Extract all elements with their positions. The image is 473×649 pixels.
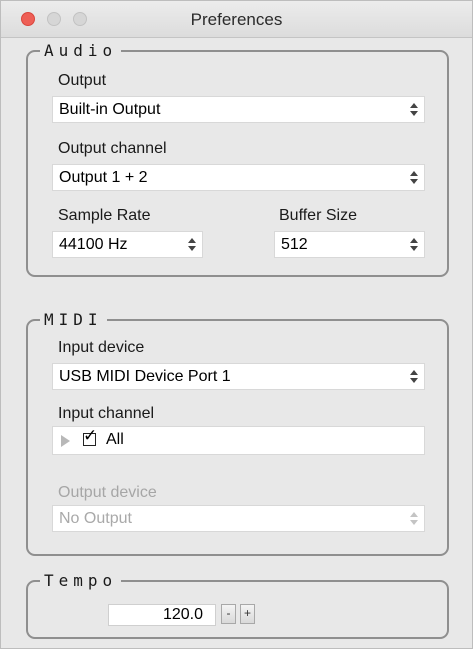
preferences-window: Preferences Audio Output Built-in Output…: [0, 0, 473, 649]
title-bar[interactable]: Preferences: [1, 1, 472, 38]
input-device-label: Input device: [58, 339, 145, 356]
audio-legend: Audio: [44, 41, 118, 60]
output-channel-value: Output 1 + 2: [59, 169, 148, 186]
updown-arrows-icon: [410, 170, 418, 185]
output-device-popup: No Output: [52, 505, 425, 532]
tempo-increment-button[interactable]: +: [240, 604, 255, 624]
tempo-field[interactable]: 120.0: [108, 604, 216, 626]
midi-legend: MIDI: [44, 310, 103, 329]
input-channel-all-checkbox[interactable]: ✓: [83, 428, 97, 446]
updown-arrows-icon: [410, 102, 418, 117]
sample-rate-popup[interactable]: 44100 Hz: [52, 231, 203, 258]
sample-rate-label: Sample Rate: [58, 207, 151, 224]
input-channel-label: Input channel: [58, 405, 155, 422]
updown-arrows-icon: [410, 237, 418, 252]
sample-rate-value: 44100 Hz: [59, 236, 128, 253]
buffer-size-popup[interactable]: 512: [274, 231, 425, 258]
output-label: Output: [58, 72, 107, 89]
input-device-value: USB MIDI Device Port 1: [59, 368, 231, 385]
checkmark-icon: ✓: [83, 426, 98, 446]
buffer-size-label: Buffer Size: [279, 207, 357, 224]
output-channel-popup[interactable]: Output 1 + 2: [52, 164, 425, 191]
input-channel-list[interactable]: ✓ All: [52, 426, 425, 455]
tempo-decrement-button[interactable]: -: [221, 604, 236, 624]
updown-arrows-icon: [410, 369, 418, 384]
input-channel-all-label: All: [106, 431, 124, 448]
tempo-legend: Tempo: [44, 571, 118, 590]
output-value: Built-in Output: [59, 101, 161, 118]
disclosure-triangle-icon[interactable]: [61, 435, 70, 447]
buffer-size-value: 512: [281, 236, 308, 253]
output-device-label: Output device: [58, 484, 157, 501]
updown-arrows-icon: [188, 237, 196, 252]
input-device-popup[interactable]: USB MIDI Device Port 1: [52, 363, 425, 390]
output-device-value: No Output: [59, 510, 132, 527]
tempo-group: Tempo: [26, 571, 449, 639]
output-popup[interactable]: Built-in Output: [52, 96, 425, 123]
output-channel-label: Output channel: [58, 140, 167, 157]
window-title: Preferences: [190, 10, 283, 29]
updown-arrows-icon: [410, 511, 418, 526]
